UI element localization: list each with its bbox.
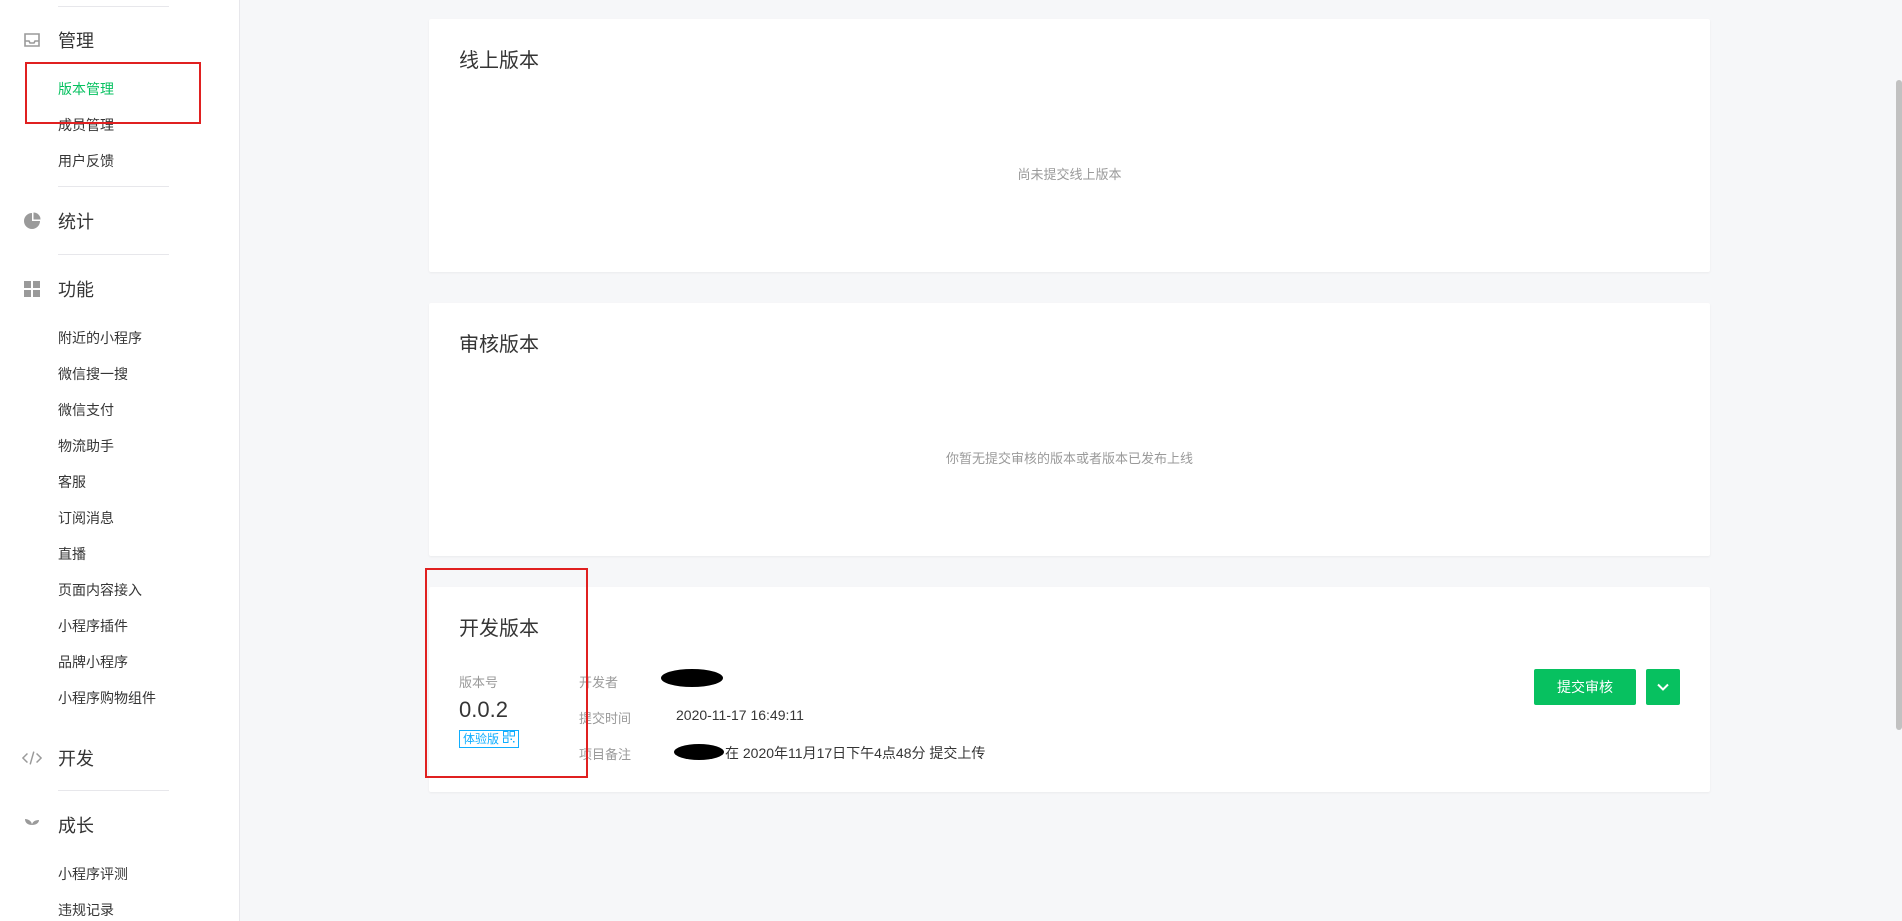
sidebar-item-live[interactable]: 直播 — [58, 544, 86, 564]
inbox-icon — [22, 30, 42, 50]
sidebar-section-label: 成长 — [58, 816, 94, 836]
sidebar-item-nearby-miniprogram[interactable]: 附近的小程序 — [58, 328, 142, 348]
sidebar-item-shopping-component[interactable]: 小程序购物组件 — [58, 688, 156, 708]
sidebar-item-evaluation[interactable]: 小程序评测 — [58, 864, 128, 884]
sprout-icon — [22, 815, 42, 835]
sidebar-section-growth[interactable]: 成长 — [0, 807, 240, 843]
dev-version-card: 开发版本 版本号 0.0.2 体验版 开发者 提交时间 2020-11-17 1… — [429, 587, 1710, 792]
sidebar-divider — [58, 186, 169, 187]
sidebar-section-manage[interactable]: 管理 — [0, 22, 240, 58]
scrollbar[interactable] — [1896, 80, 1902, 730]
sidebar-item-subscribe-message[interactable]: 订阅消息 — [58, 508, 114, 528]
sidebar-section-label: 开发 — [58, 749, 94, 769]
sidebar-section-develop[interactable]: 开发 — [0, 740, 240, 776]
highlight-box-dev-version — [425, 568, 588, 778]
grid-icon — [22, 279, 42, 299]
highlight-box-version-manage — [25, 62, 201, 124]
sidebar-item-user-feedback[interactable]: 用户反馈 — [58, 151, 114, 171]
sidebar-section-features[interactable]: 功能 — [0, 271, 240, 307]
sidebar-item-logistics[interactable]: 物流助手 — [58, 436, 114, 456]
sidebar-item-plugins[interactable]: 小程序插件 — [58, 616, 128, 636]
sidebar-item-violation-record[interactable]: 违规记录 — [58, 900, 114, 920]
chevron-down-icon — [1657, 678, 1669, 696]
sidebar: 管理 版本管理 成员管理 用户反馈 统计 功能 附近的小程序 微信搜一搜 微信支… — [0, 0, 240, 921]
redacted-remark-author — [674, 744, 724, 760]
sidebar-section-label: 统计 — [58, 212, 94, 232]
sidebar-divider — [58, 254, 169, 255]
card-title: 线上版本 — [459, 50, 539, 72]
sidebar-divider — [58, 790, 169, 791]
remark-text: 在 2020年11月17日下午4点48分 提交上传 — [725, 745, 986, 761]
sidebar-item-customer-service[interactable]: 客服 — [58, 472, 86, 492]
sidebar-divider — [58, 6, 169, 7]
pie-chart-icon — [22, 211, 42, 231]
sidebar-section-label: 管理 — [58, 31, 94, 51]
submit-review-button[interactable]: 提交审核 — [1534, 669, 1636, 705]
submit-time: 2020-11-17 16:49:11 — [676, 707, 804, 723]
more-actions-dropdown[interactable] — [1646, 669, 1680, 705]
sidebar-section-stats[interactable]: 统计 — [0, 203, 240, 239]
empty-state-text: 你暂无提交审核的版本或者版本已发布上线 — [945, 451, 1193, 466]
sidebar-item-page-content[interactable]: 页面内容接入 — [58, 580, 142, 600]
sidebar-section-label: 功能 — [58, 280, 94, 300]
online-version-card: 线上版本 尚未提交线上版本 — [429, 19, 1710, 272]
review-version-card: 审核版本 你暂无提交审核的版本或者版本已发布上线 — [429, 303, 1710, 556]
sidebar-item-wechat-pay[interactable]: 微信支付 — [58, 400, 114, 420]
sidebar-item-wechat-search[interactable]: 微信搜一搜 — [58, 364, 128, 384]
card-title: 审核版本 — [459, 334, 539, 356]
empty-state-text: 尚未提交线上版本 — [1017, 167, 1122, 182]
code-icon — [22, 748, 42, 768]
sidebar-item-brand-miniprogram[interactable]: 品牌小程序 — [58, 652, 128, 672]
redacted-developer-name — [661, 669, 723, 687]
